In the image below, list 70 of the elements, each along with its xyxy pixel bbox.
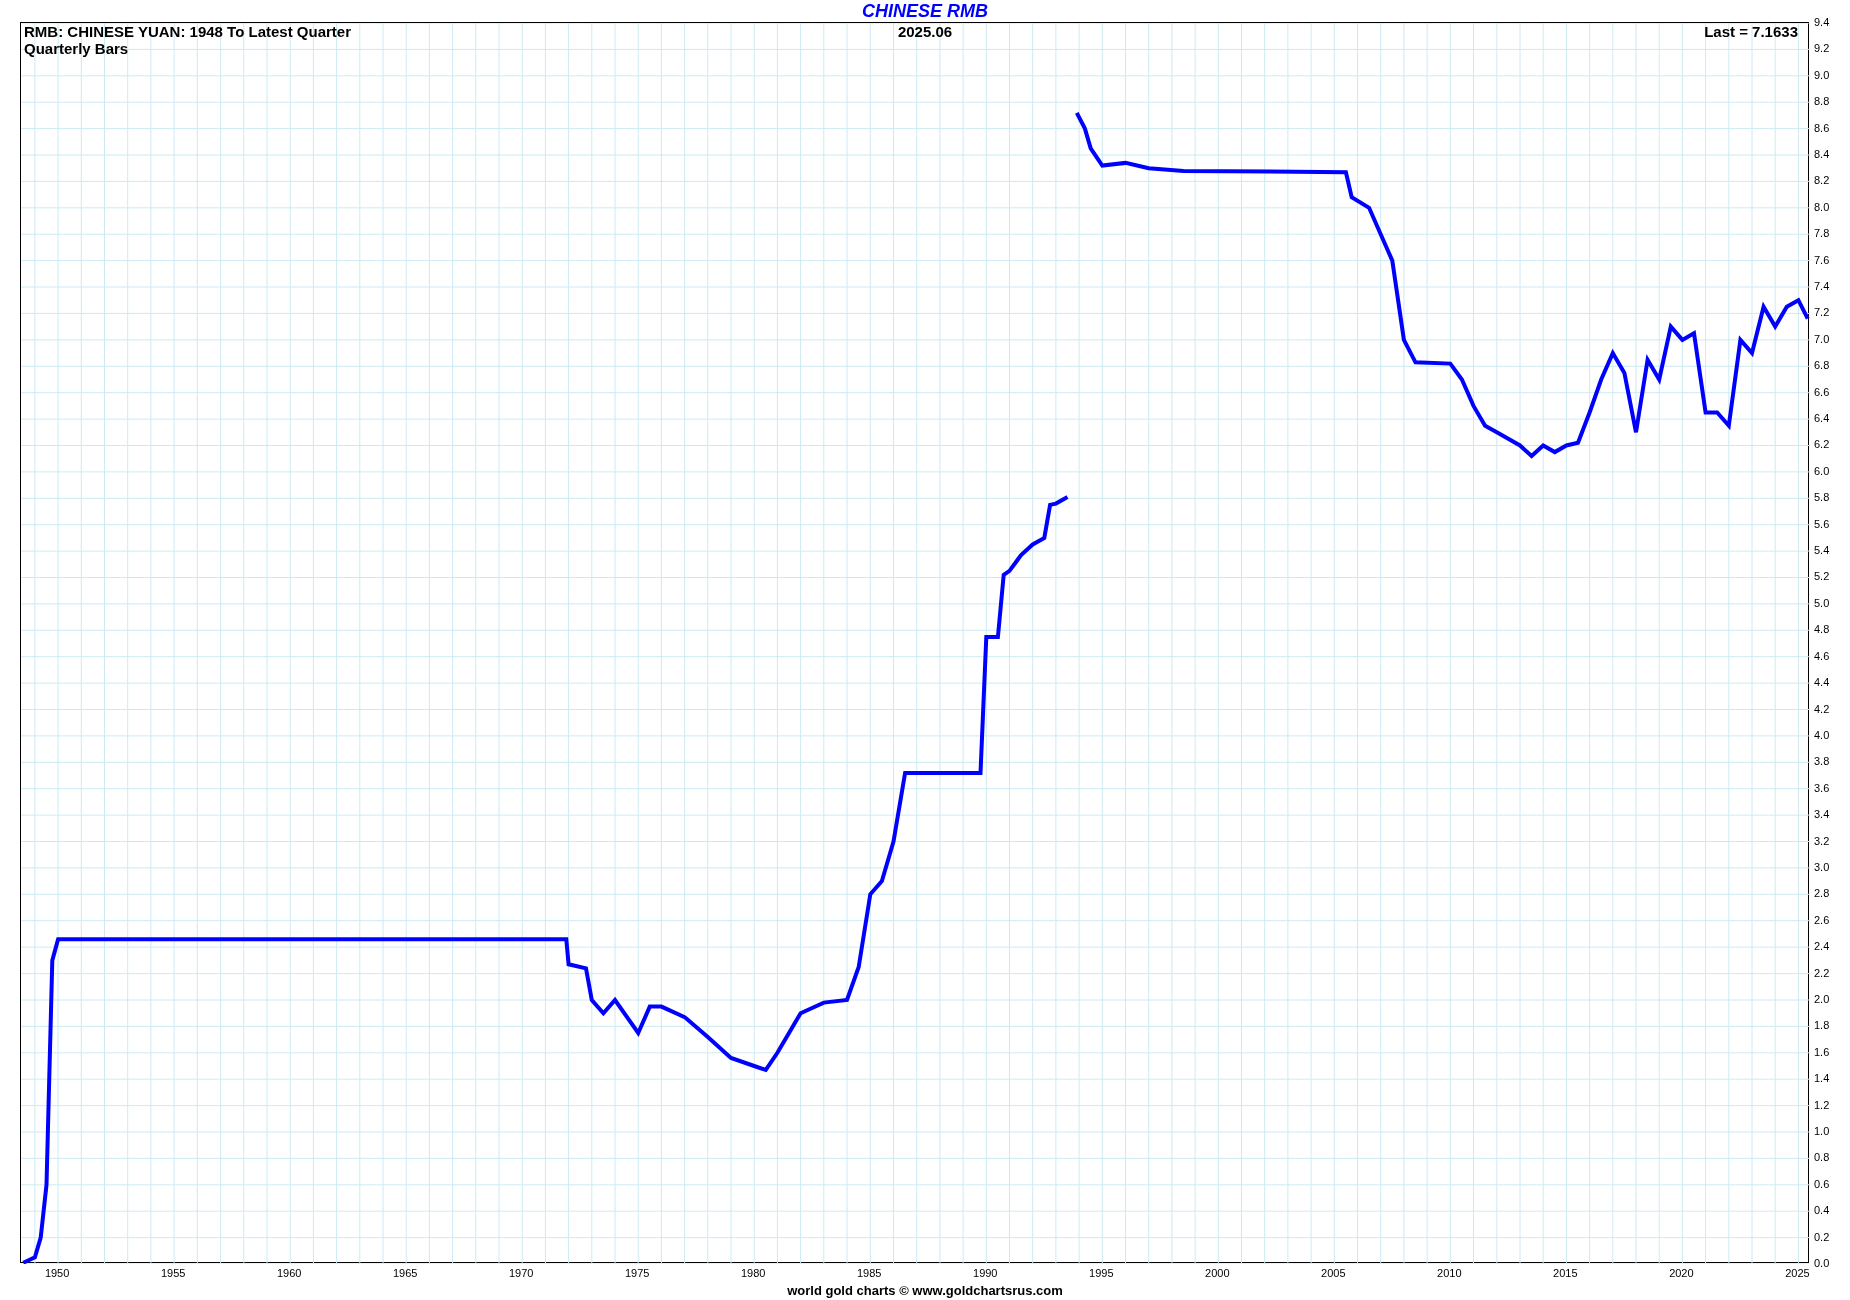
- y-axis-label: 5.8: [1814, 491, 1830, 504]
- y-axis-label: 7.4: [1814, 280, 1830, 293]
- y-axis-label: 0.0: [1814, 1257, 1830, 1269]
- y-axis-label: 3.2: [1814, 834, 1830, 847]
- chart-subtitle: RMB: CHINESE YUAN: 1948 To Latest Quarter: [24, 23, 351, 40]
- y-axis-label: 1.8: [1814, 1019, 1830, 1032]
- y-axis-label: 0.6: [1814, 1177, 1830, 1190]
- y-axis-label: 6.6: [1814, 385, 1830, 398]
- x-axis-label: 1950: [43, 1267, 71, 1279]
- y-axis-label: 1.6: [1814, 1045, 1830, 1058]
- chart-title: CHINESE RMB: [861, 1, 989, 21]
- date-label: 2025.06: [896, 23, 954, 40]
- y-axis-label: 0.4: [1814, 1204, 1830, 1217]
- x-axis-label: 1980: [740, 1267, 767, 1279]
- y-axis-label: 8.8: [1814, 95, 1830, 108]
- x-axis-label: 1975: [623, 1267, 651, 1279]
- y-axis-label: 5.0: [1814, 596, 1830, 609]
- x-axis-label: 2015: [1552, 1267, 1579, 1279]
- y-axis-label: 4.6: [1814, 649, 1830, 662]
- y-axis-label: 4.0: [1814, 728, 1830, 741]
- y-axis-label: 2.4: [1814, 940, 1830, 953]
- y-axis-label: 1.2: [1814, 1098, 1830, 1111]
- x-axis-label: 2000: [1204, 1267, 1231, 1279]
- y-axis-label: 4.2: [1814, 702, 1830, 715]
- x-axis-label: 1985: [856, 1267, 883, 1279]
- y-axis-label: 1.4: [1814, 1072, 1830, 1085]
- y-axis-label: 3.8: [1814, 755, 1830, 768]
- x-axis-label: 1965: [391, 1267, 419, 1279]
- x-axis-label: 1960: [275, 1267, 303, 1279]
- bar-type-label: Quarterly Bars: [24, 40, 129, 57]
- y-axis-label: 6.4: [1814, 412, 1830, 425]
- y-axis-label: 2.8: [1814, 887, 1830, 900]
- y-axis-label: 7.8: [1814, 227, 1830, 240]
- y-axis-label: 5.2: [1814, 570, 1830, 583]
- y-axis-label: 6.2: [1814, 438, 1830, 451]
- footer-credit: world gold charts © www.goldchartsrus.com: [786, 1283, 1064, 1298]
- last-value-label: Last = 7.1633: [1704, 23, 1798, 40]
- y-axis-label: 0.2: [1814, 1230, 1830, 1243]
- y-axis-label: 9.4: [1814, 16, 1830, 28]
- y-axis-label: 7.2: [1814, 306, 1830, 319]
- y-axis-label: 2.2: [1814, 966, 1830, 979]
- y-axis-label: 3.6: [1814, 781, 1830, 794]
- y-axis-label: 8.6: [1814, 121, 1830, 134]
- y-axis-label: 8.2: [1814, 174, 1830, 187]
- y-axis-label: 8.0: [1814, 200, 1830, 213]
- x-axis-label: 1970: [507, 1267, 535, 1279]
- y-axis-label: 6.8: [1814, 359, 1830, 372]
- y-axis-label: 7.6: [1814, 253, 1830, 266]
- x-axis-label: 2005: [1320, 1267, 1347, 1279]
- y-axis-label: 7.0: [1814, 332, 1830, 345]
- x-axis-label: 2010: [1436, 1267, 1463, 1279]
- y-axis-label: 8.4: [1814, 148, 1830, 160]
- x-axis-label: 1995: [1088, 1267, 1115, 1279]
- y-axis-label: 3.0: [1814, 860, 1830, 873]
- x-axis-label: 2025: [1784, 1267, 1811, 1279]
- y-axis-label: 4.8: [1814, 623, 1830, 636]
- y-axis-label: 5.6: [1814, 517, 1830, 530]
- y-axis-label: 2.6: [1814, 913, 1830, 926]
- x-axis-label: 1955: [159, 1267, 187, 1279]
- y-axis-label: 2.0: [1814, 992, 1830, 1005]
- y-axis-label: 9.2: [1814, 42, 1830, 55]
- y-axis-label: 1.0: [1814, 1124, 1830, 1137]
- x-axis-label: 1990: [972, 1267, 999, 1279]
- y-axis-label: 0.8: [1814, 1151, 1830, 1164]
- y-axis-label: 5.4: [1814, 544, 1830, 557]
- y-axis-label: 6.0: [1814, 464, 1830, 477]
- y-axis-label: 9.0: [1814, 68, 1830, 81]
- y-axis-label: 4.4: [1814, 676, 1830, 689]
- x-axis-label: 2020: [1668, 1267, 1695, 1279]
- y-axis-label: 3.4: [1814, 808, 1830, 821]
